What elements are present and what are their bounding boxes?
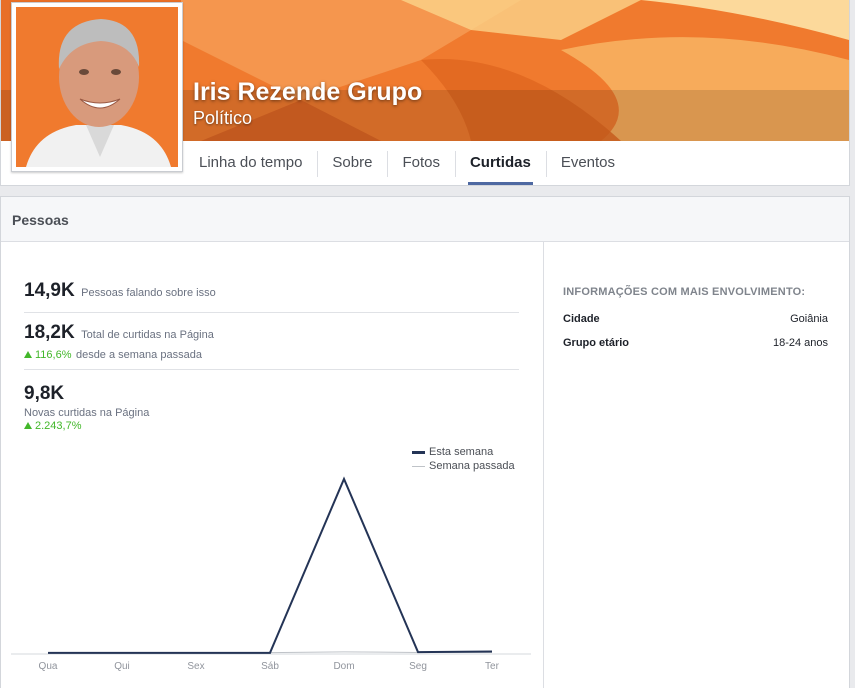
- x-tick-label: Dom: [333, 661, 354, 672]
- profile-picture-frame[interactable]: [11, 2, 183, 172]
- insight-key: Cidade: [563, 313, 600, 325]
- divider: [24, 369, 519, 370]
- insight-row-age: Grupo etário 18-24 anos: [563, 337, 828, 349]
- new-likes-value: 9,8K: [24, 383, 65, 404]
- insight-key: Grupo etário: [563, 337, 630, 349]
- panel-title: Pessoas: [12, 212, 69, 228]
- tab-fotos[interactable]: Fotos: [387, 141, 455, 185]
- divider: [24, 312, 519, 313]
- people-panel: Pessoas 14,9K Pessoas falando sobre isso…: [0, 196, 850, 688]
- total-likes-change-value: 116,6%: [35, 349, 72, 361]
- insight-row-city: Cidade Goiânia: [563, 313, 828, 325]
- insight-value: 18-24 anos: [772, 337, 828, 349]
- profile-picture[interactable]: [16, 7, 178, 167]
- x-tick-label: Ter: [485, 661, 500, 672]
- insights-heading: INFORMAÇÕES COM MAIS ENVOLVIMENTO:: [563, 286, 806, 298]
- tab-curtidas[interactable]: Curtidas: [454, 141, 546, 185]
- tab-linha-do-tempo[interactable]: Linha do tempo: [184, 141, 317, 185]
- tab-sobre[interactable]: Sobre: [317, 141, 387, 185]
- tab-eventos[interactable]: Eventos: [545, 141, 630, 185]
- stat-total-likes: 18,2K Total de curtidas na Página 116,6%…: [24, 322, 214, 363]
- stat-new-likes: 9,8K Novas curtidas na Página 2.243,7%: [24, 383, 149, 432]
- stat-talking: 14,9K Pessoas falando sobre isso: [24, 280, 216, 302]
- page-title[interactable]: Iris Rezende Grupo: [193, 78, 422, 107]
- total-likes-change: 116,6%: [24, 349, 72, 361]
- page-header: Iris Rezende Grupo Político Linha do tem…: [0, 0, 850, 186]
- page-category[interactable]: Político: [193, 108, 252, 129]
- x-tick-label: Qua: [39, 661, 58, 672]
- insight-value: Goiânia: [790, 313, 828, 325]
- total-likes-change-label: desde a semana passada: [75, 349, 202, 361]
- total-likes-value: 18,2K: [24, 322, 75, 343]
- column-divider: [543, 241, 544, 688]
- series-line-this-week: [48, 476, 493, 654]
- up-arrow-icon: [24, 351, 32, 358]
- talking-value: 14,9K: [24, 280, 75, 301]
- x-tick-label: Sáb: [261, 661, 279, 672]
- page-tabs: Linha do tempo Sobre Fotos Curtidas Even…: [184, 141, 630, 185]
- talking-label: Pessoas falando sobre isso: [81, 287, 216, 299]
- new-likes-change: 2.243,7%: [24, 420, 149, 432]
- new-likes-chart: Qua Qui Sex Sáb Dom Seg Ter: [11, 476, 531, 672]
- panel-header: [1, 197, 849, 242]
- up-arrow-icon: [24, 422, 32, 429]
- new-likes-label: Novas curtidas na Página: [24, 407, 150, 419]
- x-tick-label: Qui: [114, 661, 130, 672]
- new-likes-change-value: 2.243,7%: [35, 420, 82, 432]
- x-tick-label: Sex: [187, 661, 204, 672]
- x-tick-label: Seg: [409, 661, 427, 672]
- total-likes-label: Total de curtidas na Página: [81, 329, 214, 341]
